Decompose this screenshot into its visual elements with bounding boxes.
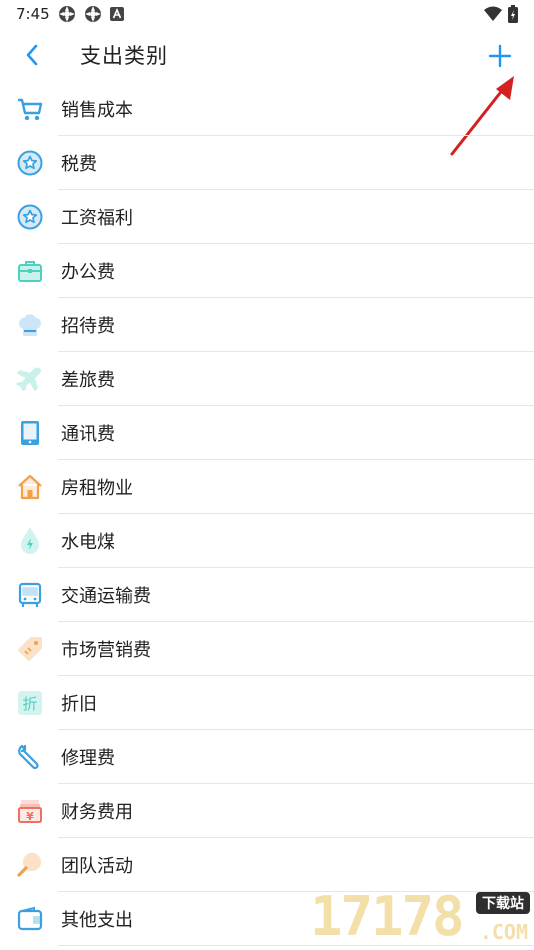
category-label: 团队活动 — [61, 856, 133, 877]
watermark-digits: 17178 — [310, 885, 465, 948]
category-label: 其他支出 — [61, 910, 133, 931]
tablet-icon — [16, 419, 44, 447]
status-bar: 7:45 — [0, 0, 534, 28]
watermark-badge: 下载站 — [476, 892, 530, 914]
category-label: 水电煤 — [61, 532, 115, 553]
airplane-icon — [16, 365, 44, 393]
category-label: 办公费 — [61, 262, 115, 283]
category-label: 通讯费 — [61, 424, 115, 445]
svg-text:¥: ¥ — [26, 810, 34, 823]
category-label: 折旧 — [61, 694, 97, 715]
status-right — [484, 5, 518, 23]
chevron-left-icon — [26, 44, 38, 66]
chef-hat-icon — [16, 311, 44, 339]
category-label: 工资福利 — [61, 208, 133, 229]
category-row[interactable]: 销售成本 — [0, 82, 534, 136]
category-list: 销售成本税费工资福利办公费招待费差旅费通讯费房租物业水电煤交通运输费市场营销费折… — [0, 82, 534, 946]
yuan-box-icon: ¥ — [16, 797, 44, 825]
category-row[interactable]: 招待费 — [0, 298, 534, 352]
category-label: 交通运输费 — [61, 586, 151, 607]
category-row[interactable]: 房租物业 — [0, 460, 534, 514]
category-row[interactable]: 税费 — [0, 136, 534, 190]
category-row[interactable]: ¥ 财务费用 — [0, 784, 534, 838]
status-time: 7:45 — [16, 5, 50, 23]
wallet-icon — [16, 905, 44, 933]
category-row[interactable]: 办公费 — [0, 244, 534, 298]
briefcase-icon — [16, 257, 44, 285]
category-row[interactable]: 市场营销费 — [0, 622, 534, 676]
site-watermark: 17178 下载站 .COM — [310, 884, 534, 950]
house-icon — [16, 473, 44, 501]
category-label: 差旅费 — [61, 370, 115, 391]
category-row[interactable]: 修理费 — [0, 730, 534, 784]
cart-icon — [16, 95, 44, 123]
watermark-suffix: .COM — [479, 920, 528, 944]
category-row[interactable]: 工资福利 — [0, 190, 534, 244]
svg-text:折: 折 — [22, 695, 37, 713]
category-label: 修理费 — [61, 748, 115, 769]
star-badge-icon — [16, 149, 44, 177]
category-label: 房租物业 — [61, 478, 133, 499]
category-row[interactable]: 水电煤 — [0, 514, 534, 568]
category-label: 招待费 — [61, 316, 115, 337]
category-row[interactable]: 通讯费 — [0, 406, 534, 460]
category-row[interactable]: 交通运输费 — [0, 568, 534, 622]
category-label: 财务费用 — [61, 802, 133, 823]
depreciation-icon: 折 — [16, 689, 44, 717]
water-drop-icon — [16, 526, 44, 555]
category-label: 税费 — [61, 154, 97, 175]
wrench-icon — [16, 743, 44, 771]
category-label: 市场营销费 — [61, 640, 151, 661]
category-row[interactable]: 折 折旧 — [0, 676, 534, 730]
page-title: 支出类别 — [80, 44, 168, 68]
tag-icon — [16, 635, 44, 663]
plus-icon — [488, 44, 512, 68]
battery-icon — [508, 5, 518, 23]
notification-icon — [84, 6, 101, 22]
app-a-icon — [109, 7, 124, 21]
back-button[interactable] — [0, 28, 64, 82]
status-left: 7:45 — [16, 5, 124, 23]
category-label: 销售成本 — [61, 100, 133, 121]
notification-icon — [58, 6, 75, 22]
star-badge-icon — [16, 203, 44, 231]
magnifier-icon — [16, 851, 44, 879]
wifi-icon — [484, 6, 502, 21]
bus-icon — [16, 581, 44, 609]
category-row[interactable]: 差旅费 — [0, 352, 534, 406]
